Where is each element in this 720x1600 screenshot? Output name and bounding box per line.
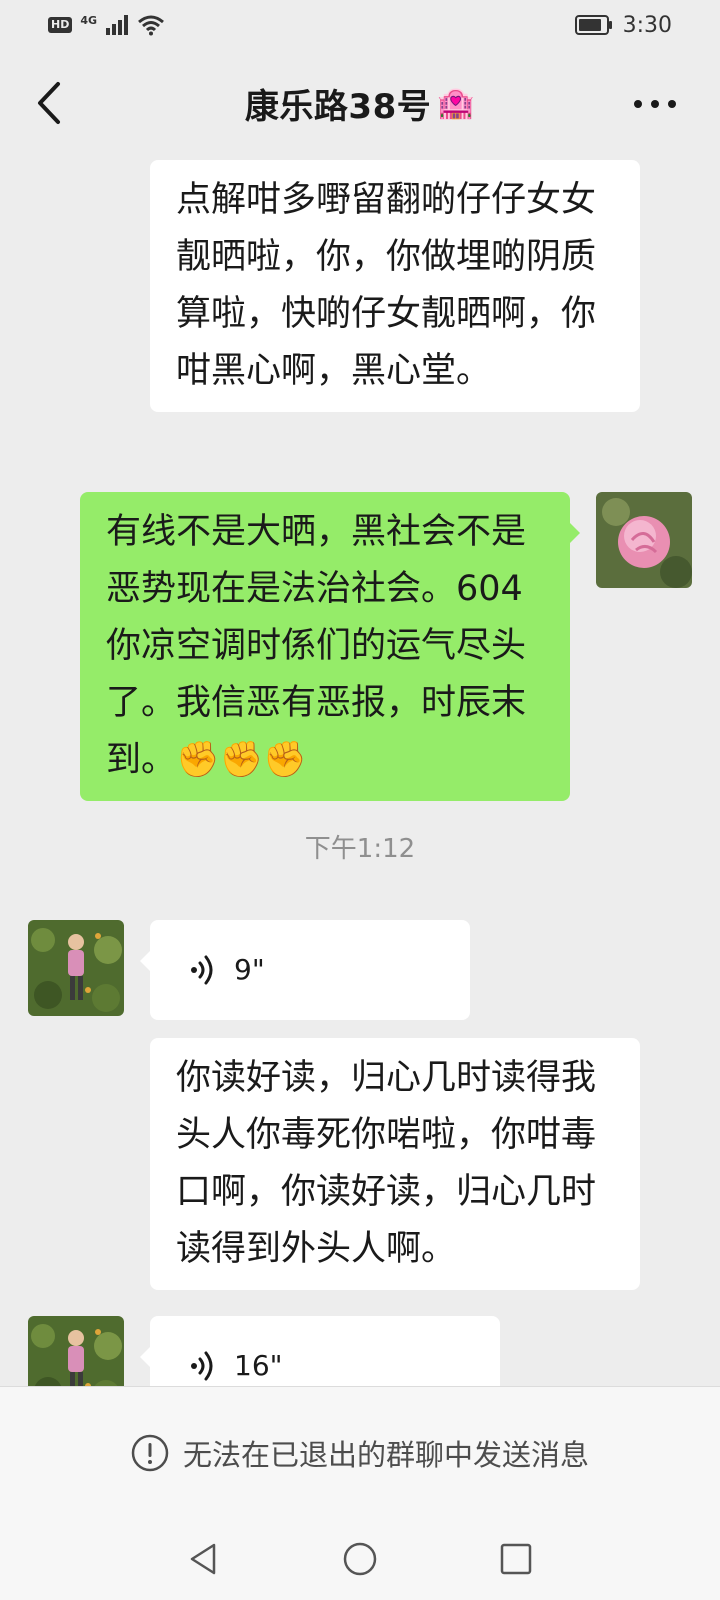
nav-recents-icon[interactable]	[498, 1541, 534, 1577]
status-bar: HD 4G 3:30	[0, 0, 720, 50]
chat-area[interactable]: 点解咁多嘢留翻啲仔仔女女靓晒啦，你，你做埋啲阴质算啦，快啲仔女靓晒啊，你咁黑心啊…	[0, 150, 720, 1386]
voice-wave-icon	[191, 955, 213, 985]
own-message-bubble[interactable]: 有线不是大晒，黑社会不是恶势现在是法治社会。604你凉空调时係们的运气尽头了。我…	[80, 492, 580, 801]
rose-avatar-image	[596, 492, 692, 588]
message-bubble[interactable]: 点解咁多嘢留翻啲仔仔女女靓晒啦，你，你做埋啲阴质算啦，快啲仔女靓晒啊，你咁黑心啊…	[150, 160, 640, 412]
info-icon	[131, 1434, 169, 1471]
page-title: 康乐路38号 🏩	[245, 79, 475, 128]
voice-message: 16"	[190, 1346, 283, 1386]
nav-home-icon[interactable]	[342, 1541, 378, 1577]
disabled-input-bar: 无法在已退出的群聊中发送消息	[0, 1386, 720, 1518]
status-right: 3:30	[574, 12, 672, 38]
signal-icon	[106, 15, 129, 35]
clock: 3:30	[622, 12, 672, 38]
network-type: 4G	[80, 13, 98, 27]
bubble-tail	[569, 522, 591, 544]
message-text: 有线不是大晒，黑社会不是恶势现在是法治社会。604你凉空调时係们的运气尽头了。我…	[106, 512, 527, 780]
voice-message: 9"	[190, 950, 265, 990]
more-dots-icon[interactable]	[630, 86, 680, 122]
avatar[interactable]	[28, 1316, 124, 1386]
title-bar: 康乐路38号 🏩	[0, 58, 720, 148]
system-nav-bar	[0, 1518, 720, 1600]
person-avatar-image	[28, 920, 124, 1016]
status-left: HD 4G	[48, 14, 165, 36]
nav-back-icon[interactable]	[186, 1541, 222, 1577]
chat-title-text: 康乐路38号	[244, 86, 432, 127]
message-text: 你读好读，归心几时读得我头人你毒死你啱啦，你咁毒口啊，你读好读，归心几时读得到外…	[176, 1058, 597, 1269]
bubble-tail	[129, 1346, 151, 1368]
voice-duration: 9"	[234, 953, 265, 986]
voice-wave-icon	[191, 1351, 213, 1381]
chevron-left-icon[interactable]	[30, 80, 70, 126]
voice-message-bubble[interactable]: 16"	[140, 1316, 500, 1386]
avatar[interactable]	[596, 492, 692, 588]
notice-text: 无法在已退出的群聊中发送消息	[182, 1437, 589, 1472]
avatar[interactable]	[28, 920, 124, 1016]
hd-badge: HD	[48, 17, 73, 33]
message-text: 点解咁多嘢留翻啲仔仔女女靓晒啦，你，你做埋啲阴质算啦，快啲仔女靓晒啊，你咁黑心啊…	[176, 180, 597, 391]
bubble-tail	[129, 950, 151, 972]
wifi-icon	[138, 15, 164, 36]
time-separator: 下午1:12	[304, 834, 416, 864]
battery-icon	[574, 15, 612, 35]
hotel-emoji-icon: 🏩	[437, 85, 476, 121]
voice-message-bubble[interactable]: 9"	[140, 920, 470, 1020]
voice-duration: 16"	[234, 1349, 283, 1382]
message-bubble[interactable]: 你读好读，归心几时读得我头人你毒死你啱啦，你咁毒口啊，你读好读，归心几时读得到外…	[150, 1038, 640, 1290]
person-avatar-image	[28, 1316, 124, 1386]
